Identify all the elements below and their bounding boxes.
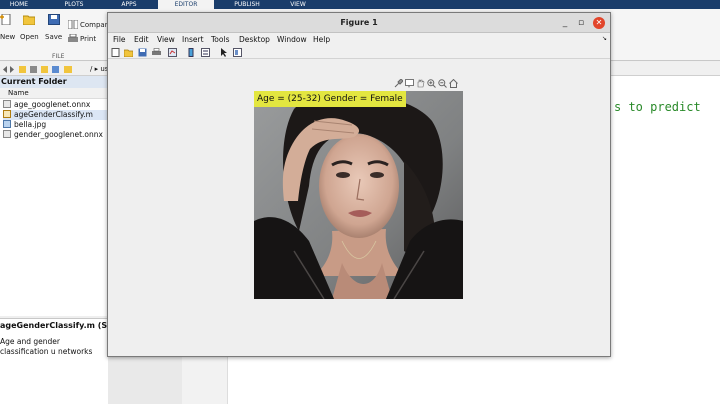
property-inspector-icon[interactable] [233, 48, 242, 57]
tab-publish[interactable]: PUBLISH [222, 0, 272, 9]
close-icon[interactable]: ✕ [593, 17, 605, 29]
onnx-file-icon [3, 100, 11, 108]
tab-editor[interactable]: EDITOR [158, 0, 214, 9]
file-row[interactable]: bella.jpg [3, 120, 46, 130]
image-file-icon [3, 120, 11, 128]
tab-plots[interactable]: PLOTS [55, 0, 93, 9]
details-description: Age and gender classification u networks [0, 337, 93, 356]
open-folder-icon[interactable] [23, 14, 35, 25]
name-column-header[interactable]: Name [0, 88, 108, 99]
menu-desktop[interactable]: Desktop [239, 35, 270, 44]
print-icon[interactable] [152, 48, 161, 57]
data-tips-icon[interactable] [405, 79, 414, 88]
dock-arrow-icon[interactable]: ↘ [602, 35, 607, 42]
matlab-tab-bar: HOME PLOTS APPS EDITOR PUBLISH VIEW [0, 0, 720, 9]
menu-window[interactable]: Window [277, 35, 307, 44]
menu-edit[interactable]: Edit [134, 35, 149, 44]
classified-face-image [254, 91, 463, 299]
file-name: ageGenderClassify.m [14, 110, 93, 119]
minimize-icon[interactable]: _ [559, 17, 571, 29]
tab-view[interactable]: VIEW [278, 0, 318, 9]
editor-gutter [182, 356, 228, 404]
figure-toolbar [108, 46, 610, 59]
compare-button[interactable]: Compar [80, 21, 108, 29]
figure-menubar: File Edit View Insert Tools Desktop Wind… [108, 33, 610, 46]
zoom-in-icon[interactable] [427, 79, 436, 88]
edit-plot-icon[interactable] [220, 48, 229, 57]
file-name: age_googlenet.onnx [14, 100, 91, 109]
navigation-icons[interactable] [2, 65, 86, 74]
open-button[interactable]: Open [20, 33, 39, 41]
current-folder-title: Current Folder [0, 76, 108, 88]
print-button[interactable]: Print [80, 35, 96, 43]
zoom-out-icon[interactable] [438, 79, 447, 88]
tab-apps[interactable]: APPS [110, 0, 148, 9]
editor-code-line[interactable]: s to predict [614, 100, 701, 114]
name-column-label: Name [8, 89, 29, 97]
details-panel: ageGenderClassify.m (Script) Age and gen… [0, 318, 132, 404]
pan-icon[interactable] [416, 79, 425, 88]
file-row[interactable]: gender_googlenet.onnx [3, 130, 103, 140]
link-plot-icon[interactable] [168, 48, 177, 57]
file-group-label: FILE [52, 53, 65, 60]
save-button[interactable]: Save [45, 33, 62, 41]
save-icon[interactable] [138, 48, 147, 57]
menu-view[interactable]: View [157, 35, 175, 44]
tab-home[interactable]: HOME [0, 0, 38, 9]
print-icon[interactable] [68, 34, 78, 43]
file-row[interactable]: ageGenderClassify.m [3, 110, 108, 120]
compare-icon[interactable] [68, 20, 78, 29]
save-icon[interactable] [48, 14, 60, 25]
open-file-icon[interactable] [124, 48, 133, 57]
menu-tools[interactable]: Tools [211, 35, 229, 44]
brush-icon[interactable] [394, 79, 403, 88]
new-button[interactable]: New [0, 33, 15, 41]
menu-help[interactable]: Help [313, 35, 330, 44]
file-name: bella.jpg [14, 120, 47, 129]
file-row[interactable]: age_googlenet.onnx [3, 100, 90, 110]
plot-title: Age = (25-32) Gender = Female [254, 91, 406, 107]
current-folder-panel: Current Folder Name age_googlenet.onnx a… [0, 76, 108, 316]
restore-view-icon[interactable] [449, 79, 458, 88]
insert-legend-icon[interactable] [201, 48, 210, 57]
menu-insert[interactable]: Insert [182, 35, 204, 44]
figure-title: Figure 1 [340, 18, 378, 27]
figure-window: Figure 1 _ ▫ ✕ File Edit View Insert Too… [107, 12, 611, 357]
insert-colorbar-icon[interactable] [187, 48, 196, 57]
figure-titlebar[interactable]: Figure 1 _ ▫ ✕ [108, 13, 610, 33]
maximize-icon[interactable]: ▫ [575, 17, 587, 29]
command-window-strip [108, 356, 182, 404]
file-name: gender_googlenet.onnx [14, 130, 103, 139]
new-icon[interactable] [0, 14, 12, 25]
onnx-file-icon [3, 130, 11, 138]
new-figure-icon[interactable] [111, 48, 120, 57]
menu-file[interactable]: File [113, 35, 126, 44]
m-file-icon [3, 110, 11, 118]
